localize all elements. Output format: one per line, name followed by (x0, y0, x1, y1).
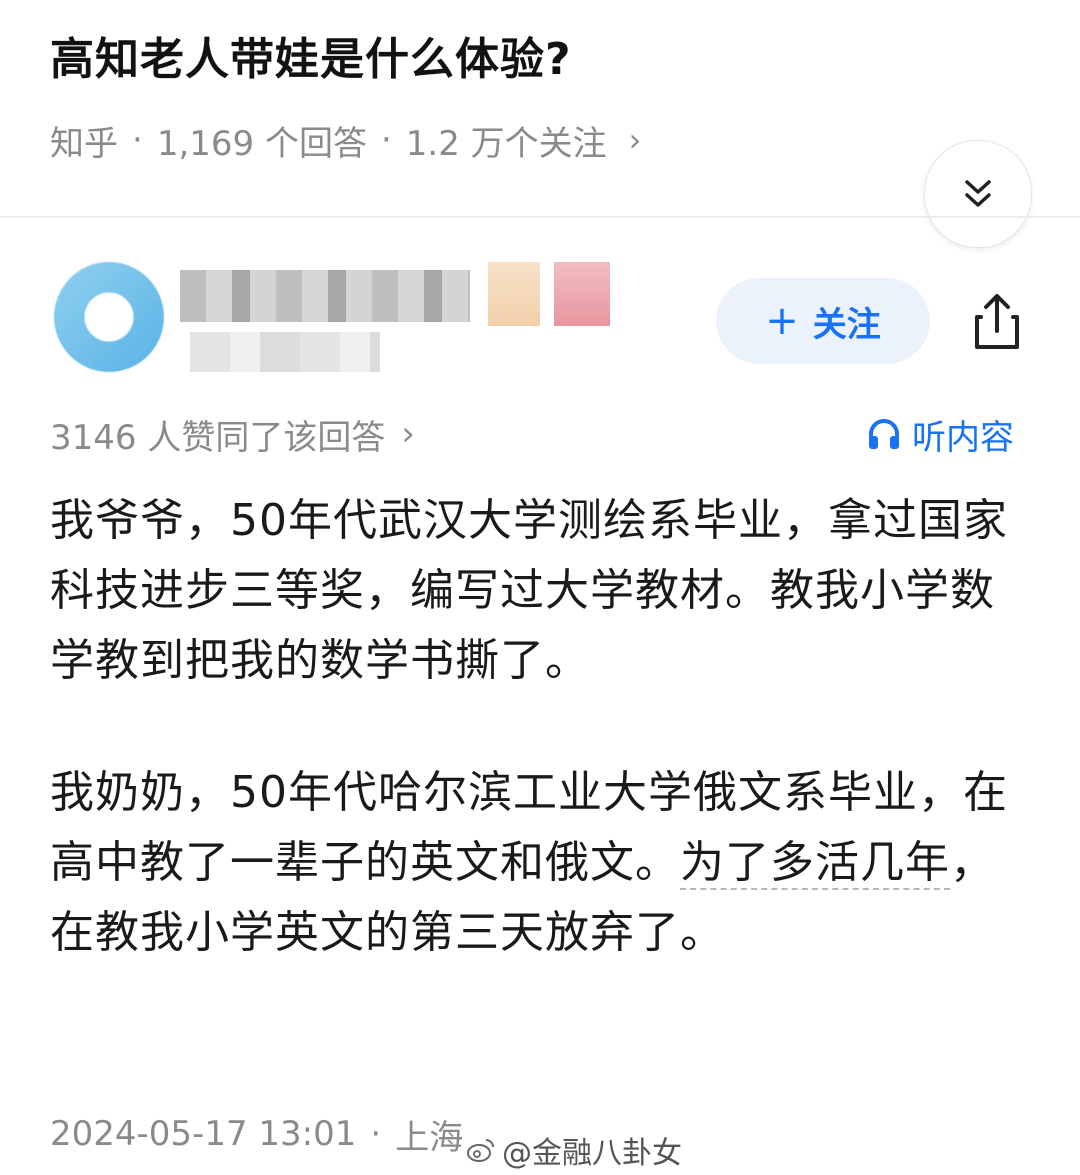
share-icon (975, 294, 1019, 349)
answer-paragraph-2: 我奶奶，50年代哈尔滨工业大学俄文系毕业，在高中教了一辈子的英文和俄文。为了多活… (50, 758, 1030, 968)
avatar[interactable] (54, 262, 164, 372)
author-badge (488, 262, 540, 326)
watermark: @金融八卦女 (466, 1128, 682, 1172)
listen-label: 听内容 (912, 417, 1014, 458)
chevron-right-icon: › (401, 414, 415, 454)
plus-icon: + (765, 298, 799, 344)
chevron-right-icon: › (628, 121, 642, 159)
expand-button[interactable] (924, 140, 1032, 248)
answer-paragraph-1: 我爷爷，50年代武汉大学测绘系毕业，拿过国家科技进步三等奖，编写过大学教材。教我… (50, 495, 1008, 686)
answer-timestamp: 2024-05-17 13:01 · 上海 (50, 1106, 463, 1162)
author-headline-blurred (190, 332, 380, 372)
author-badge (554, 262, 610, 326)
answer-location: 上海 (395, 1117, 464, 1158)
source-label: 知乎 (50, 123, 118, 164)
upvote-text: 3146 人赞同了该回答 (50, 417, 386, 458)
separator-dot: · (370, 1114, 382, 1154)
author-info[interactable] (40, 252, 640, 392)
watermark-text: @金融八卦女 (502, 1136, 682, 1171)
separator-dot: · (132, 120, 143, 160)
header-divider (0, 216, 1080, 218)
answer-date: 2024-05-17 13:01 (50, 1114, 357, 1154)
separator-dot: · (380, 120, 392, 160)
dotted-link[interactable]: 为了多活几年 (680, 837, 950, 890)
share-button[interactable] (962, 286, 1032, 358)
follow-label: 关注 (812, 304, 881, 345)
answers-count: 1,169 个回答 (156, 123, 367, 164)
upvote-summary[interactable]: 3146 人赞同了该回答 › (50, 404, 415, 464)
question-title[interactable]: 高知老人带娃是什么体验? (50, 28, 572, 92)
listen-button[interactable]: 听内容 (866, 406, 1014, 462)
double-chevron-down-icon (965, 180, 991, 207)
question-meta[interactable]: 知乎 · 1,169 个回答 · 1.2 万个关注 › (50, 112, 641, 168)
author-name-blurred[interactable] (180, 270, 470, 322)
headphones-icon (869, 419, 899, 449)
follow-button[interactable]: + 关注 (716, 278, 930, 364)
followers-count: 1.2 万个关注 (405, 123, 607, 164)
weibo-icon (467, 1139, 494, 1162)
